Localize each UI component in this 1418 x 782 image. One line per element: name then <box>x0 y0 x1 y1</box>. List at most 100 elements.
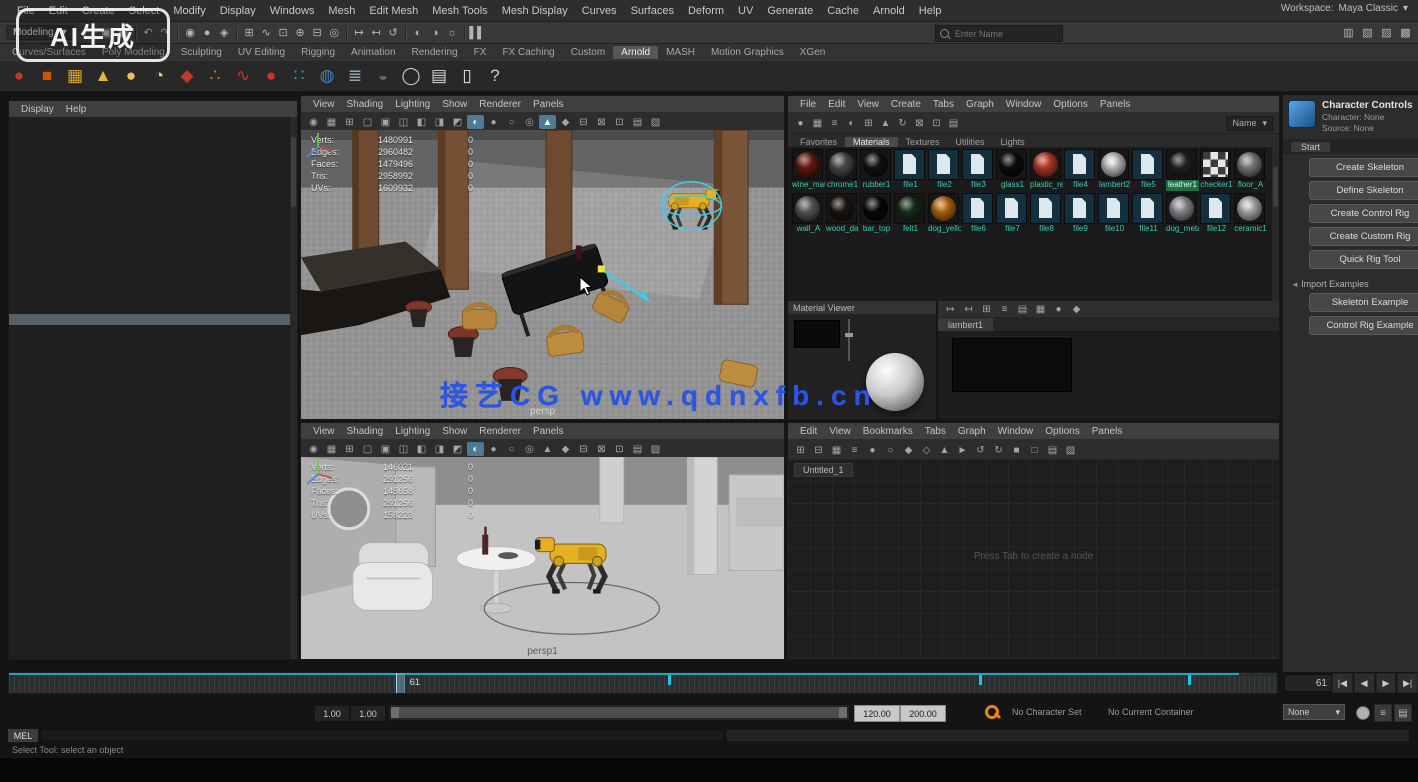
input-connections-icon[interactable]: ↦ <box>351 24 368 41</box>
ipr-render-icon[interactable]: ◑ <box>427 24 444 41</box>
shelf-tab[interactable]: XGen <box>792 46 834 59</box>
shelving[interactable] <box>729 475 784 571</box>
shelf-red-box-icon[interactable]: ◆ <box>174 63 200 89</box>
node-editor-toolbar-icon[interactable]: ○ <box>882 443 899 457</box>
hypershade-toolbar-icon[interactable]: ≡ <box>826 116 843 130</box>
viewport-toolbar-icon[interactable]: ◐ <box>467 442 484 456</box>
node-editor-toolbar-icon[interactable]: ▤ <box>1044 443 1061 457</box>
shelf-tab[interactable]: FX Caching <box>494 46 562 59</box>
wine_mat[interactable]: wine_mat <box>792 149 825 191</box>
outliner-selected-row[interactable] <box>9 314 290 325</box>
checker1[interactable]: checker1 <box>1200 149 1233 191</box>
node-graph-area[interactable]: Untitled_1 Press Tab to create a node <box>788 459 1279 659</box>
node-editor-toolbar-icon[interactable]: ■ <box>1008 443 1025 457</box>
file8[interactable]: file8 <box>1030 193 1063 235</box>
panel-menu-item[interactable]: Renderer <box>473 426 527 437</box>
viewport-toolbar-icon[interactable]: ◉ <box>305 115 322 129</box>
armchair[interactable] <box>353 543 433 611</box>
wine-bottle[interactable] <box>576 246 582 261</box>
shelf-tab[interactable]: Sculpting <box>173 46 230 59</box>
panel-menu-item[interactable]: Graph <box>952 426 992 437</box>
construction-history-icon[interactable]: ↺ <box>385 24 402 41</box>
select-object-icon[interactable]: ● <box>199 24 216 41</box>
shelf-help-icon[interactable]: ? <box>482 63 508 89</box>
range-slider[interactable] <box>388 704 850 721</box>
mel-toggle[interactable]: MEL <box>8 729 38 742</box>
viewport-toolbar-icon[interactable]: ○ <box>503 442 520 456</box>
viewport-toolbar-icon[interactable]: ▲ <box>539 115 556 129</box>
node-editor-toolbar-icon[interactable]: ▲ <box>936 443 953 457</box>
auto-keyframe-toggle[interactable] <box>984 704 1001 721</box>
panel-menu-item[interactable]: Shading <box>341 99 390 110</box>
viewport-toolbar-icon[interactable]: ◫ <box>395 442 412 456</box>
menu-item[interactable]: Modify <box>166 5 212 17</box>
hypershade-toolbar-icon[interactable]: ▤ <box>945 116 962 130</box>
layer-dropdown[interactable]: None ▾ <box>1283 704 1345 720</box>
panel-menu-item[interactable]: Edit <box>794 426 823 437</box>
panel-menu-item[interactable]: Show <box>436 426 473 437</box>
import-examples-section[interactable]: Import Examples <box>1291 279 1418 289</box>
file10[interactable]: file10 <box>1098 193 1131 235</box>
dog_metal[interactable]: dog_metal <box>1166 193 1199 235</box>
shelf-tab[interactable]: MASH <box>658 46 703 59</box>
modeling-toolkit-toggle-icon[interactable]: ▥ <box>1340 24 1357 41</box>
browser-tab[interactable]: Lights <box>993 137 1033 147</box>
shelf-cone-icon[interactable]: ▲ <box>90 63 116 89</box>
snap-plane-icon[interactable]: ⊟ <box>309 24 326 41</box>
leather1[interactable]: leather1 <box>1166 149 1199 191</box>
viewport-toolbar-icon[interactable]: ⊟ <box>575 115 592 129</box>
step-back-button[interactable]: ◀ <box>1354 673 1375 693</box>
node-editor-toolbar-icon[interactable]: ↻ <box>990 443 1007 457</box>
viewport-toolbar-icon[interactable]: ○ <box>503 115 520 129</box>
divider[interactable] <box>402 25 410 41</box>
node-editor-toolbar-icon[interactable]: ► <box>954 443 971 457</box>
go-to-end-button[interactable]: ▶| <box>1397 673 1418 693</box>
playback-end-field[interactable]: 120.00 <box>854 705 900 722</box>
current-container-menu[interactable]: No Current Container <box>1108 707 1194 717</box>
viewport-toolbar-icon[interactable]: ◩ <box>449 115 466 129</box>
shelf-tab[interactable]: Animation <box>343 46 403 59</box>
node-editor-toolbar-icon[interactable]: ● <box>864 443 881 457</box>
ceramic1[interactable]: ceramic1 <box>1234 193 1267 235</box>
panel-menu-item[interactable]: View <box>307 99 341 110</box>
outliner-scrollbar[interactable] <box>290 117 297 659</box>
panel-menu-item[interactable]: Graph <box>960 99 1000 110</box>
viewport-toolbar-icon[interactable]: ◨ <box>431 115 448 129</box>
humanik-button[interactable]: Create Custom Rig <box>1309 227 1418 246</box>
node-editor-toolbar-icon[interactable]: ◇ <box>918 443 935 457</box>
pause-icon[interactable]: ▌▌ <box>469 24 486 41</box>
dog_yellow[interactable]: dog_yellow <box>928 193 961 235</box>
viewport-toolbar-icon[interactable]: ▧ <box>647 115 664 129</box>
menu-item[interactable]: Windows <box>263 5 322 17</box>
attribute-editor-toggle-icon[interactable]: ▨ <box>1378 24 1395 41</box>
script-editor-icon[interactable]: ≡ <box>1374 704 1392 722</box>
viewport-toolbar-icon[interactable]: ◎ <box>521 115 538 129</box>
hypershade-toolbar-icon[interactable]: ⊡ <box>928 116 945 130</box>
viewport-toolbar-icon[interactable]: ◐ <box>467 115 484 129</box>
node-editor-toolbar-icon[interactable]: ≡ <box>846 443 863 457</box>
material-browser[interactable]: wine_mat chrome1 rubber1 file1 file2 <box>788 147 1279 301</box>
hypershade-toolbar-icon[interactable]: ● <box>792 116 809 130</box>
panel-menu-item[interactable]: View <box>823 426 857 437</box>
menu-item[interactable]: Deform <box>681 5 731 17</box>
shelf-tab[interactable]: Arnold <box>613 46 658 59</box>
shelf-page-icon[interactable]: ▯ <box>454 63 480 89</box>
panel-menu-item[interactable]: Renderer <box>473 99 527 110</box>
property-toolbar-icon[interactable]: ↦ <box>942 302 959 316</box>
panel-menu-item[interactable]: Edit <box>822 99 851 110</box>
viewport-toolbar-icon[interactable]: ▣ <box>377 115 394 129</box>
file7[interactable]: file7 <box>996 193 1029 235</box>
file2[interactable]: file2 <box>928 149 961 191</box>
viewport-toolbar-icon[interactable]: ▢ <box>359 442 376 456</box>
felt1[interactable]: felt1 <box>894 193 927 235</box>
viewport-toolbar-icon[interactable]: ● <box>485 115 502 129</box>
shelf-tab[interactable]: Rigging <box>293 46 343 59</box>
panel-menu-item[interactable]: Window <box>1000 99 1048 110</box>
render-settings-icon[interactable]: ☼ <box>444 24 461 41</box>
menu-item[interactable]: Cache <box>820 5 866 17</box>
property-toolbar-icon[interactable]: ▦ <box>1032 302 1049 316</box>
humanik-button[interactable]: Quick Rig Tool <box>1309 250 1418 269</box>
shelf-stack-icon[interactable]: ≣ <box>342 63 368 89</box>
menu-item[interactable]: Curves <box>575 5 624 17</box>
select-hierarchy-icon[interactable]: ◉ <box>182 24 199 41</box>
